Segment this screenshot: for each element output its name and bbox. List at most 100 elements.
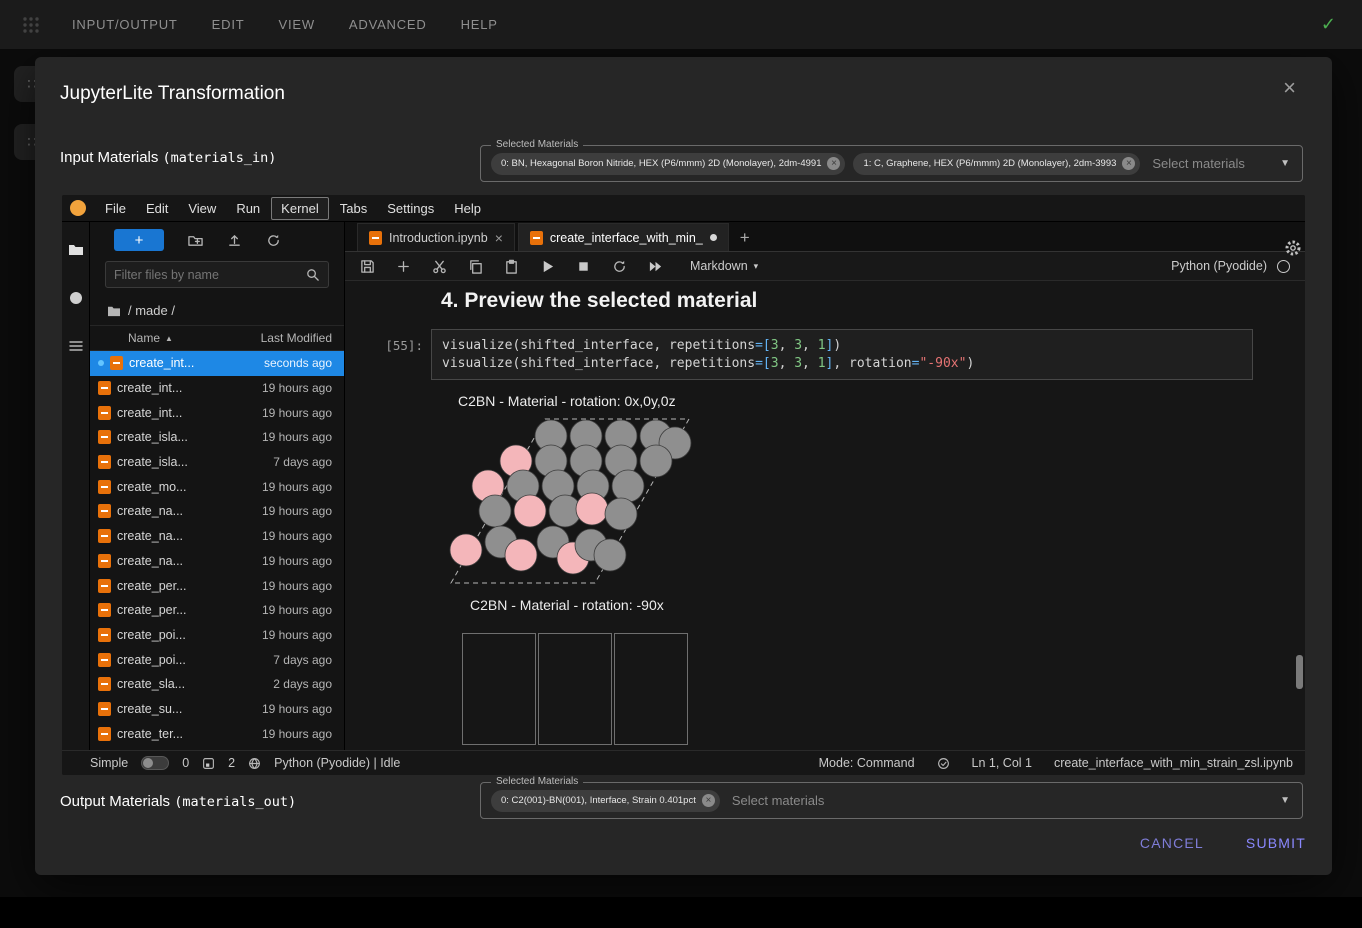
file-row[interactable]: create_poi...7 days ago — [90, 647, 344, 672]
chip-remove-icon[interactable]: × — [702, 794, 715, 807]
file-row[interactable]: create_na...19 hours ago — [90, 499, 344, 524]
atom-carbon — [594, 539, 626, 571]
code-cell[interactable]: [55]: visualize(shifted_interface, repet… — [353, 329, 1253, 380]
file-name: create_na... — [117, 504, 256, 518]
kernel-name[interactable]: Python (Pyodide) — [1171, 259, 1267, 273]
globe-icon[interactable] — [248, 757, 261, 770]
file-row[interactable]: create_na...19 hours ago — [90, 524, 344, 549]
chip-remove-icon[interactable]: × — [827, 157, 840, 170]
notebook-file-icon — [98, 603, 111, 617]
refresh-icon[interactable] — [266, 233, 281, 248]
file-modified: 19 hours ago — [262, 430, 332, 444]
notebook-file-icon — [98, 430, 111, 444]
cancel-button[interactable]: CANCEL — [1140, 835, 1204, 851]
tab-close-icon[interactable]: × — [495, 230, 503, 246]
file-list: create_int...seconds agocreate_int...19 … — [90, 351, 344, 750]
notebook-file-icon — [98, 406, 111, 420]
dropdown-arrow-icon[interactable]: ▼ — [1280, 795, 1290, 806]
kernel-status-text[interactable]: Python (Pyodide) | Idle — [274, 756, 400, 770]
file-row[interactable]: create_sla...2 days ago — [90, 672, 344, 697]
file-browser-icon[interactable] — [68, 242, 84, 258]
settings-gear-icon[interactable] — [1284, 239, 1302, 257]
trusted-icon[interactable] — [937, 757, 950, 770]
jupyter-menu-tabs[interactable]: Tabs — [331, 198, 376, 219]
notebook-content[interactable]: 4. Preview the selected material [55]: v… — [345, 281, 1305, 750]
file-row[interactable]: create_su...19 hours ago — [90, 697, 344, 722]
app-launcher-icon[interactable] — [22, 16, 40, 34]
kernel-sessions-icon[interactable] — [202, 757, 215, 770]
file-name: create_mo... — [117, 480, 256, 494]
jupyter-menu-settings[interactable]: Settings — [378, 198, 443, 219]
output-materials-label-text: Output Materials — [60, 793, 174, 810]
file-row[interactable]: create_poi...19 hours ago — [90, 623, 344, 648]
file-filter-box — [105, 261, 329, 288]
app-menu-edit[interactable]: EDIT — [212, 17, 245, 32]
new-folder-icon[interactable] — [188, 233, 203, 248]
material-chip[interactable]: 0: BN, Hexagonal Boron Nitride, HEX (P6/… — [491, 153, 845, 175]
notebook-scrollbar[interactable] — [1296, 655, 1303, 689]
app-menu-advanced[interactable]: ADVANCED — [349, 17, 427, 32]
sort-by-name[interactable]: Name ▲ — [128, 331, 261, 345]
jupyter-menu-help[interactable]: Help — [445, 198, 490, 219]
file-row[interactable]: create_per...19 hours ago — [90, 573, 344, 598]
simple-mode-toggle[interactable] — [141, 756, 169, 770]
file-row[interactable]: create_ter...19 hours ago — [90, 721, 344, 746]
file-modified: 19 hours ago — [262, 554, 332, 568]
material-chip[interactable]: 1: C, Graphene, HEX (P6/mmm) 2D (Monolay… — [853, 153, 1140, 175]
name-column-label: Name — [128, 331, 160, 345]
notebook-file-icon — [98, 702, 111, 716]
running-sessions-icon[interactable] — [68, 290, 84, 306]
breadcrumb[interactable]: / made / — [90, 296, 344, 326]
dialog-close-button[interactable]: × — [1283, 77, 1296, 99]
tab-active[interactable]: create_interface_with_min_ — [518, 223, 729, 251]
upload-icon[interactable] — [227, 233, 242, 248]
jupyter-menu-file[interactable]: File — [96, 198, 135, 219]
restart-kernel-icon[interactable] — [612, 259, 627, 274]
file-name: create_isla... — [117, 455, 267, 469]
submit-button[interactable]: SUBMIT — [1246, 835, 1306, 851]
file-row[interactable]: create_int...19 hours ago — [90, 400, 344, 425]
material-chip-label: 1: C, Graphene, HEX (P6/mmm) 2D (Monolay… — [863, 158, 1116, 169]
copy-icon[interactable] — [468, 259, 483, 274]
add-cell-icon[interactable] — [396, 259, 411, 274]
output-materials-select[interactable]: Selected Materials 0: C2(001)-BN(001), I… — [480, 782, 1303, 819]
dialog-actions: CANCEL SUBMIT — [1140, 835, 1306, 851]
stop-icon[interactable] — [576, 259, 591, 274]
file-row[interactable]: create_na...19 hours ago — [90, 549, 344, 574]
jupyter-menu-kernel[interactable]: Kernel — [271, 197, 329, 220]
new-tab-button[interactable]: + — [732, 225, 758, 251]
table-of-contents-icon[interactable] — [68, 338, 84, 354]
chip-remove-icon[interactable]: × — [1122, 157, 1135, 170]
jupyter-menu: FileEditViewRunKernelTabsSettingsHelp — [96, 197, 490, 220]
cell-type-select[interactable]: Markdown ▾ — [690, 259, 758, 273]
jupyter-menu-run[interactable]: Run — [227, 198, 269, 219]
file-row[interactable]: create_isla...7 days ago — [90, 450, 344, 475]
paste-icon[interactable] — [504, 259, 519, 274]
file-row[interactable]: create_int...19 hours ago — [90, 376, 344, 401]
dialog-title: JupyterLite Transformation — [60, 83, 285, 105]
jupyter-menu-edit[interactable]: Edit — [137, 198, 177, 219]
output-select-placeholder: Select materials — [732, 793, 824, 808]
save-icon[interactable] — [360, 259, 375, 274]
file-row[interactable]: create_isla...19 hours ago — [90, 425, 344, 450]
figure-1-title: C2BN - Material - rotation: 0x,0y,0z — [458, 393, 676, 409]
file-filter-input[interactable] — [114, 268, 305, 282]
file-row[interactable]: create_mo...19 hours ago — [90, 474, 344, 499]
code-line: visualize(shifted_interface, repetitions… — [442, 337, 1242, 355]
app-menu-help[interactable]: HELP — [461, 17, 498, 32]
file-row[interactable]: create_per...19 hours ago — [90, 598, 344, 623]
app-menu-view[interactable]: VIEW — [278, 17, 314, 32]
material-chip[interactable]: 0: C2(001)-BN(001), Interface, Strain 0.… — [491, 790, 720, 812]
tab-inactive[interactable]: Introduction.ipynb× — [357, 223, 515, 251]
run-icon[interactable] — [540, 259, 555, 274]
notebook-file-icon — [98, 554, 111, 568]
cut-icon[interactable] — [432, 259, 447, 274]
input-materials-select[interactable]: Selected Materials 0: BN, Hexagonal Boro… — [480, 145, 1303, 182]
file-row[interactable]: create_int...seconds ago — [90, 351, 344, 376]
app-menu-input-output[interactable]: INPUT/OUTPUT — [72, 17, 178, 32]
new-launcher-button[interactable]: + — [114, 229, 164, 251]
code-editor[interactable]: visualize(shifted_interface, repetitions… — [431, 329, 1253, 380]
dropdown-arrow-icon[interactable]: ▼ — [1280, 158, 1290, 169]
jupyter-menu-view[interactable]: View — [179, 198, 225, 219]
restart-run-all-icon[interactable] — [648, 259, 663, 274]
